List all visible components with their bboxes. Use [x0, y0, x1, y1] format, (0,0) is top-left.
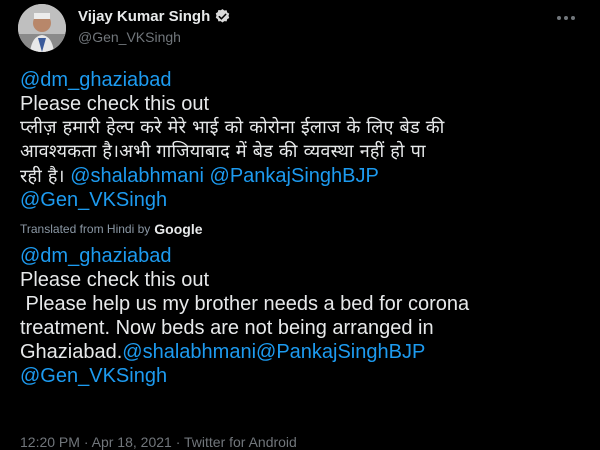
- translated-text-line: Please help us my brother needs a bed fo…: [20, 293, 470, 315]
- original-mention-line: @Gen_VKSingh: [20, 188, 590, 212]
- tweet-date[interactable]: Apr 18, 2021: [92, 434, 172, 450]
- author-display-name[interactable]: Vijay Kumar Singh: [78, 8, 210, 25]
- translated-mention-line: @dm_ghaziabad: [20, 244, 590, 268]
- hindi-text-line: आवश्यकता है।अभी गाजियाबाद में बेड की व्य…: [20, 141, 426, 162]
- translation-notice: Translated from Hindi by Google: [20, 214, 590, 244]
- mention-link[interactable]: @PankajSinghBJP: [210, 165, 379, 187]
- mention-link[interactable]: @Gen_VKSingh: [20, 189, 167, 211]
- translated-text-line: Please check this out: [20, 269, 209, 291]
- tweet-body: @dm_ghaziabad Please check this out प्ली…: [20, 68, 590, 388]
- tweet-header: Vijay Kumar Singh @Gen_VKSingh: [0, 0, 600, 60]
- mention-link[interactable]: @shalabhmani: [70, 165, 204, 187]
- meta-separator: ·: [83, 434, 89, 450]
- translation-notice-text: Translated from Hindi by: [20, 222, 151, 236]
- translated-mention-line: @Gen_VKSingh: [20, 364, 590, 388]
- translated-text-fragment: Ghaziabad.: [20, 341, 123, 363]
- translated-text-line: treatment. Now beds are not being arrang…: [20, 317, 434, 339]
- mention-link[interactable]: @PankajSinghBJP: [256, 341, 425, 363]
- meta-separator: ·: [175, 434, 181, 450]
- mention-link[interactable]: @dm_ghaziabad: [20, 69, 172, 91]
- google-logo[interactable]: Google: [154, 217, 202, 241]
- hindi-text-fragment: रही है।: [20, 166, 65, 187]
- tweet-source[interactable]: Twitter for Android: [184, 434, 297, 450]
- original-mention-line: @dm_ghaziabad: [20, 68, 590, 92]
- verified-badge-icon: [214, 8, 231, 25]
- more-options-icon[interactable]: [554, 6, 578, 30]
- tweet-meta: 12:20 PM · Apr 18, 2021 · Twitter for An…: [20, 434, 297, 450]
- author-name-row: Vijay Kumar Singh: [78, 8, 231, 25]
- translated-mentions-line: Ghaziabad.@shalabhmani@PankajSinghBJP: [20, 340, 590, 364]
- mention-link[interactable]: @shalabhmani: [122, 341, 256, 363]
- mention-link[interactable]: @dm_ghaziabad: [20, 245, 172, 267]
- avatar[interactable]: [18, 4, 66, 52]
- hindi-mentions-line: रही है। @shalabhmani @PankajSinghBJP: [20, 164, 590, 188]
- mention-link[interactable]: @Gen_VKSingh: [20, 365, 167, 387]
- author-handle[interactable]: @Gen_VKSingh: [78, 29, 181, 45]
- original-text-line: Please check this out: [20, 93, 209, 115]
- avatar-photo: [18, 4, 66, 52]
- tweet-time[interactable]: 12:20 PM: [20, 434, 80, 450]
- hindi-text-line: प्लीज़ हमारी हेल्प करे मेरे भाई को कोरोन…: [20, 117, 445, 138]
